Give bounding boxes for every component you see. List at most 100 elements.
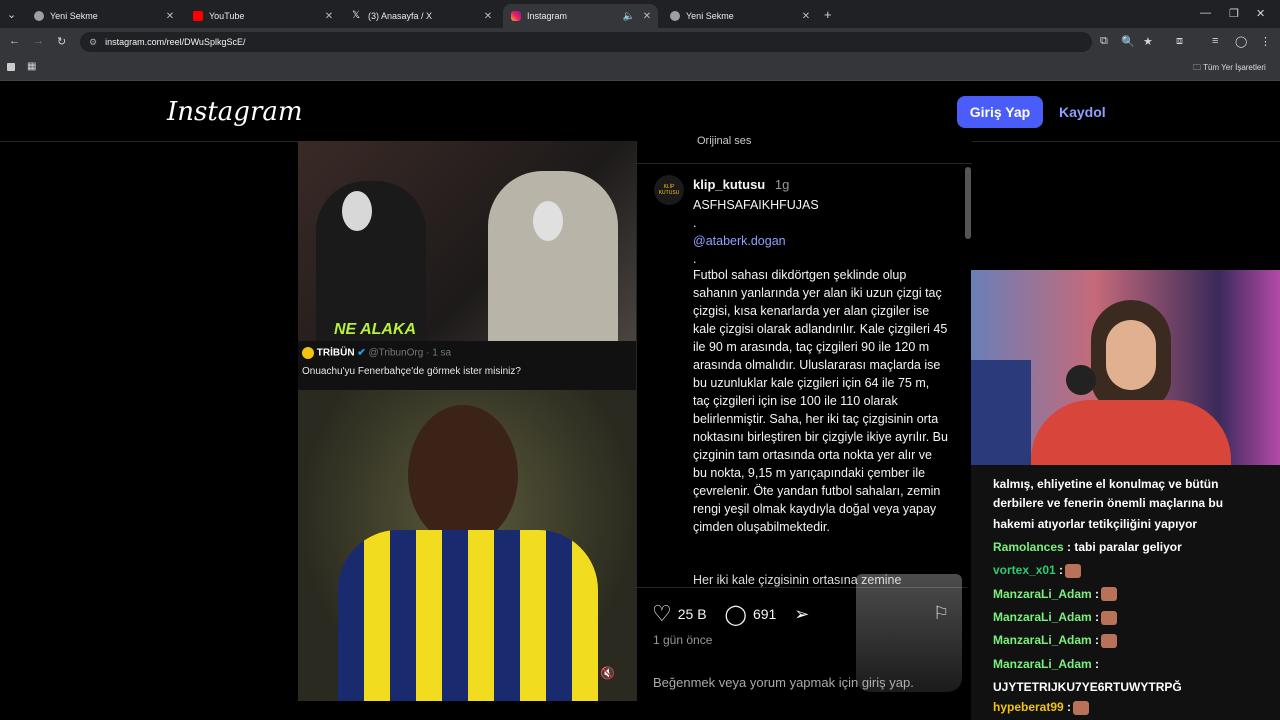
chat-username[interactable]: vortex_x01	[993, 563, 1059, 577]
emote-icon	[1073, 700, 1090, 715]
bookmark-star-icon[interactable]: ★	[1143, 35, 1153, 48]
forward-icon[interactable]: →	[33, 35, 44, 47]
login-button[interactable]: Giriş Yap	[957, 96, 1043, 128]
chat-text: :	[1095, 656, 1100, 671]
chat-message: ManzaraLi_Adam :	[993, 586, 1118, 602]
tab-label: YouTube	[209, 11, 245, 21]
chat-message: UJYTETRIJKU7YE6RTUWYTRPĞ	[993, 680, 1182, 694]
tab-bar: ⌄ Yeni Sekme ✕ YouTube ✕ 𝕏 (3) Anasayfa …	[0, 0, 1280, 28]
chat-username[interactable]: ManzaraLi_Adam	[993, 610, 1095, 624]
chat-message: ManzaraLi_Adam :	[993, 657, 1099, 671]
post-time: 1g	[774, 177, 790, 192]
instagram-icon	[511, 11, 521, 21]
tab-yeni-sekme-2[interactable]: Yeni Sekme ✕	[662, 4, 817, 28]
caption-body: Futbol sahası dikdörtgen şeklinde olup s…	[693, 268, 948, 534]
media-icon[interactable]: ≡	[1212, 35, 1218, 47]
mention-link[interactable]: @ataberk.dogan	[693, 232, 948, 250]
tab-instagram[interactable]: Instagram 🔈 ✕	[503, 4, 658, 28]
chat-username[interactable]: ManzaraLi_Adam	[993, 657, 1095, 671]
apps-icon[interactable]	[7, 63, 15, 71]
tab-label: Instagram	[527, 11, 568, 21]
chrome-icon	[34, 11, 44, 21]
tweet-handle: @TribunOrg · 1 sa	[368, 347, 452, 359]
headphones-icon	[533, 201, 563, 241]
site-info-icon[interactable]: ⚙	[89, 37, 97, 48]
cast-icon[interactable]: ⧉	[1100, 35, 1108, 48]
back-icon[interactable]: ←	[9, 35, 20, 47]
profile-icon[interactable]: ◯	[1235, 35, 1247, 48]
share-icon[interactable]: ➢	[794, 604, 809, 625]
streamer-face	[1106, 320, 1156, 390]
divider	[637, 163, 972, 164]
reload-icon[interactable]: ↻	[57, 35, 66, 48]
comments-count: 691	[752, 606, 777, 622]
menu-icon[interactable]: ⋮	[1260, 35, 1271, 48]
player-head	[408, 405, 518, 545]
all-bookmarks[interactable]: 🗀 Tüm Yer İşaretleri	[1193, 62, 1266, 76]
chat-text: : tabi paralar geliyor	[1067, 540, 1182, 554]
streamer-shirt	[1031, 400, 1231, 465]
chat-message: Ramolances : tabi paralar geliyor	[993, 540, 1182, 554]
address-bar[interactable]: ⚙ instagram.com/reel/DWuSplkgScE/	[80, 32, 1092, 52]
post-header: klip_kutusu 1g	[693, 177, 789, 192]
chat-text: :	[1095, 633, 1100, 648]
heart-icon[interactable]: ♡	[652, 601, 672, 627]
chat-message: vortex_x01 :	[993, 563, 1082, 579]
extensions-icon[interactable]: ⧈	[1176, 35, 1183, 48]
caption-dot: .	[693, 216, 697, 230]
close-icon[interactable]: ✕	[322, 11, 336, 22]
tab-yeni-sekme[interactable]: Yeni Sekme ✕	[26, 4, 181, 28]
chat-username[interactable]: ManzaraLi_Adam	[993, 633, 1095, 647]
bookmarks-bar: ▦ 🗀 Tüm Yer İşaretleri	[0, 56, 1280, 81]
avatar[interactable]: KLİP KUTUSU	[654, 175, 684, 205]
headphones-icon	[342, 191, 372, 231]
webcam-overlay	[971, 270, 1280, 465]
chat-text: :	[1059, 563, 1064, 578]
zoom-icon[interactable]: 🔍	[1121, 35, 1135, 48]
reel-video[interactable]: NE ALAKA TRİBÜN ✔ @TribunOrg · 1 sa Onua…	[298, 141, 636, 701]
chat-username[interactable]: Ramolances	[993, 540, 1067, 554]
emote-icon	[1101, 610, 1118, 625]
signup-link[interactable]: Kaydol	[1059, 104, 1106, 120]
audio-label[interactable]: Orijinal ses	[697, 135, 751, 147]
close-icon[interactable]: ✕	[481, 11, 495, 22]
window-close-icon[interactable]: ✕	[1256, 7, 1265, 20]
tab-youtube[interactable]: YouTube ✕	[185, 4, 340, 28]
scrollbar[interactable]	[965, 167, 971, 239]
minimize-icon[interactable]: —	[1200, 7, 1211, 19]
video-overlay-text: NE ALAKA	[334, 321, 417, 338]
action-bar: ♡ 25 B ◯ 691 ➢	[652, 601, 809, 627]
emote-icon	[1101, 634, 1118, 649]
close-icon[interactable]: ✕	[799, 11, 813, 22]
chat-text: UJYTETRIJKU7YE6RTUWYTRPĞ	[993, 679, 1182, 694]
close-icon[interactable]: ✕	[640, 11, 654, 22]
chrome-icon	[670, 11, 680, 21]
caption-line: ASFHSAFAIKHFUJAS	[693, 198, 819, 212]
tab-search-icon[interactable]: ⌄	[7, 8, 16, 21]
microphone-icon	[1066, 365, 1096, 395]
restore-icon[interactable]: ❐	[1229, 7, 1239, 20]
verified-icon: ✔	[357, 347, 366, 359]
tweet-card: TRİBÜN ✔ @TribunOrg · 1 sa Onuachu'yu Fe…	[298, 341, 636, 390]
chat-username[interactable]: ManzaraLi_Adam	[993, 587, 1095, 601]
emote-icon	[1101, 587, 1118, 602]
emote-icon	[1065, 564, 1082, 579]
mute-icon[interactable]: 🔇	[600, 666, 615, 680]
tab-x[interactable]: 𝕏 (3) Anasayfa / X ✕	[344, 4, 499, 28]
youtube-icon	[193, 11, 203, 21]
chat-text: :	[1095, 586, 1100, 601]
grid-icon[interactable]: ▦	[27, 61, 36, 72]
video-top-frame: NE ALAKA	[298, 141, 636, 341]
player-jersey	[338, 530, 598, 701]
comment-icon[interactable]: ◯	[725, 602, 747, 627]
username[interactable]: klip_kutusu	[693, 177, 765, 192]
caption-top: ASFHSAFAIKHFUJAS . @ataberk.dogan .	[693, 196, 948, 268]
close-icon[interactable]: ✕	[163, 11, 177, 22]
glass-overlay	[856, 574, 962, 692]
tab-label: Yeni Sekme	[50, 11, 98, 21]
instagram-logo[interactable]: Instagram	[167, 97, 303, 127]
new-tab-icon[interactable]: +	[824, 7, 832, 22]
chat-text: :	[1067, 699, 1072, 714]
chat-username[interactable]: hypeberat99	[993, 700, 1067, 714]
speaker-icon[interactable]: 🔈	[622, 11, 636, 22]
